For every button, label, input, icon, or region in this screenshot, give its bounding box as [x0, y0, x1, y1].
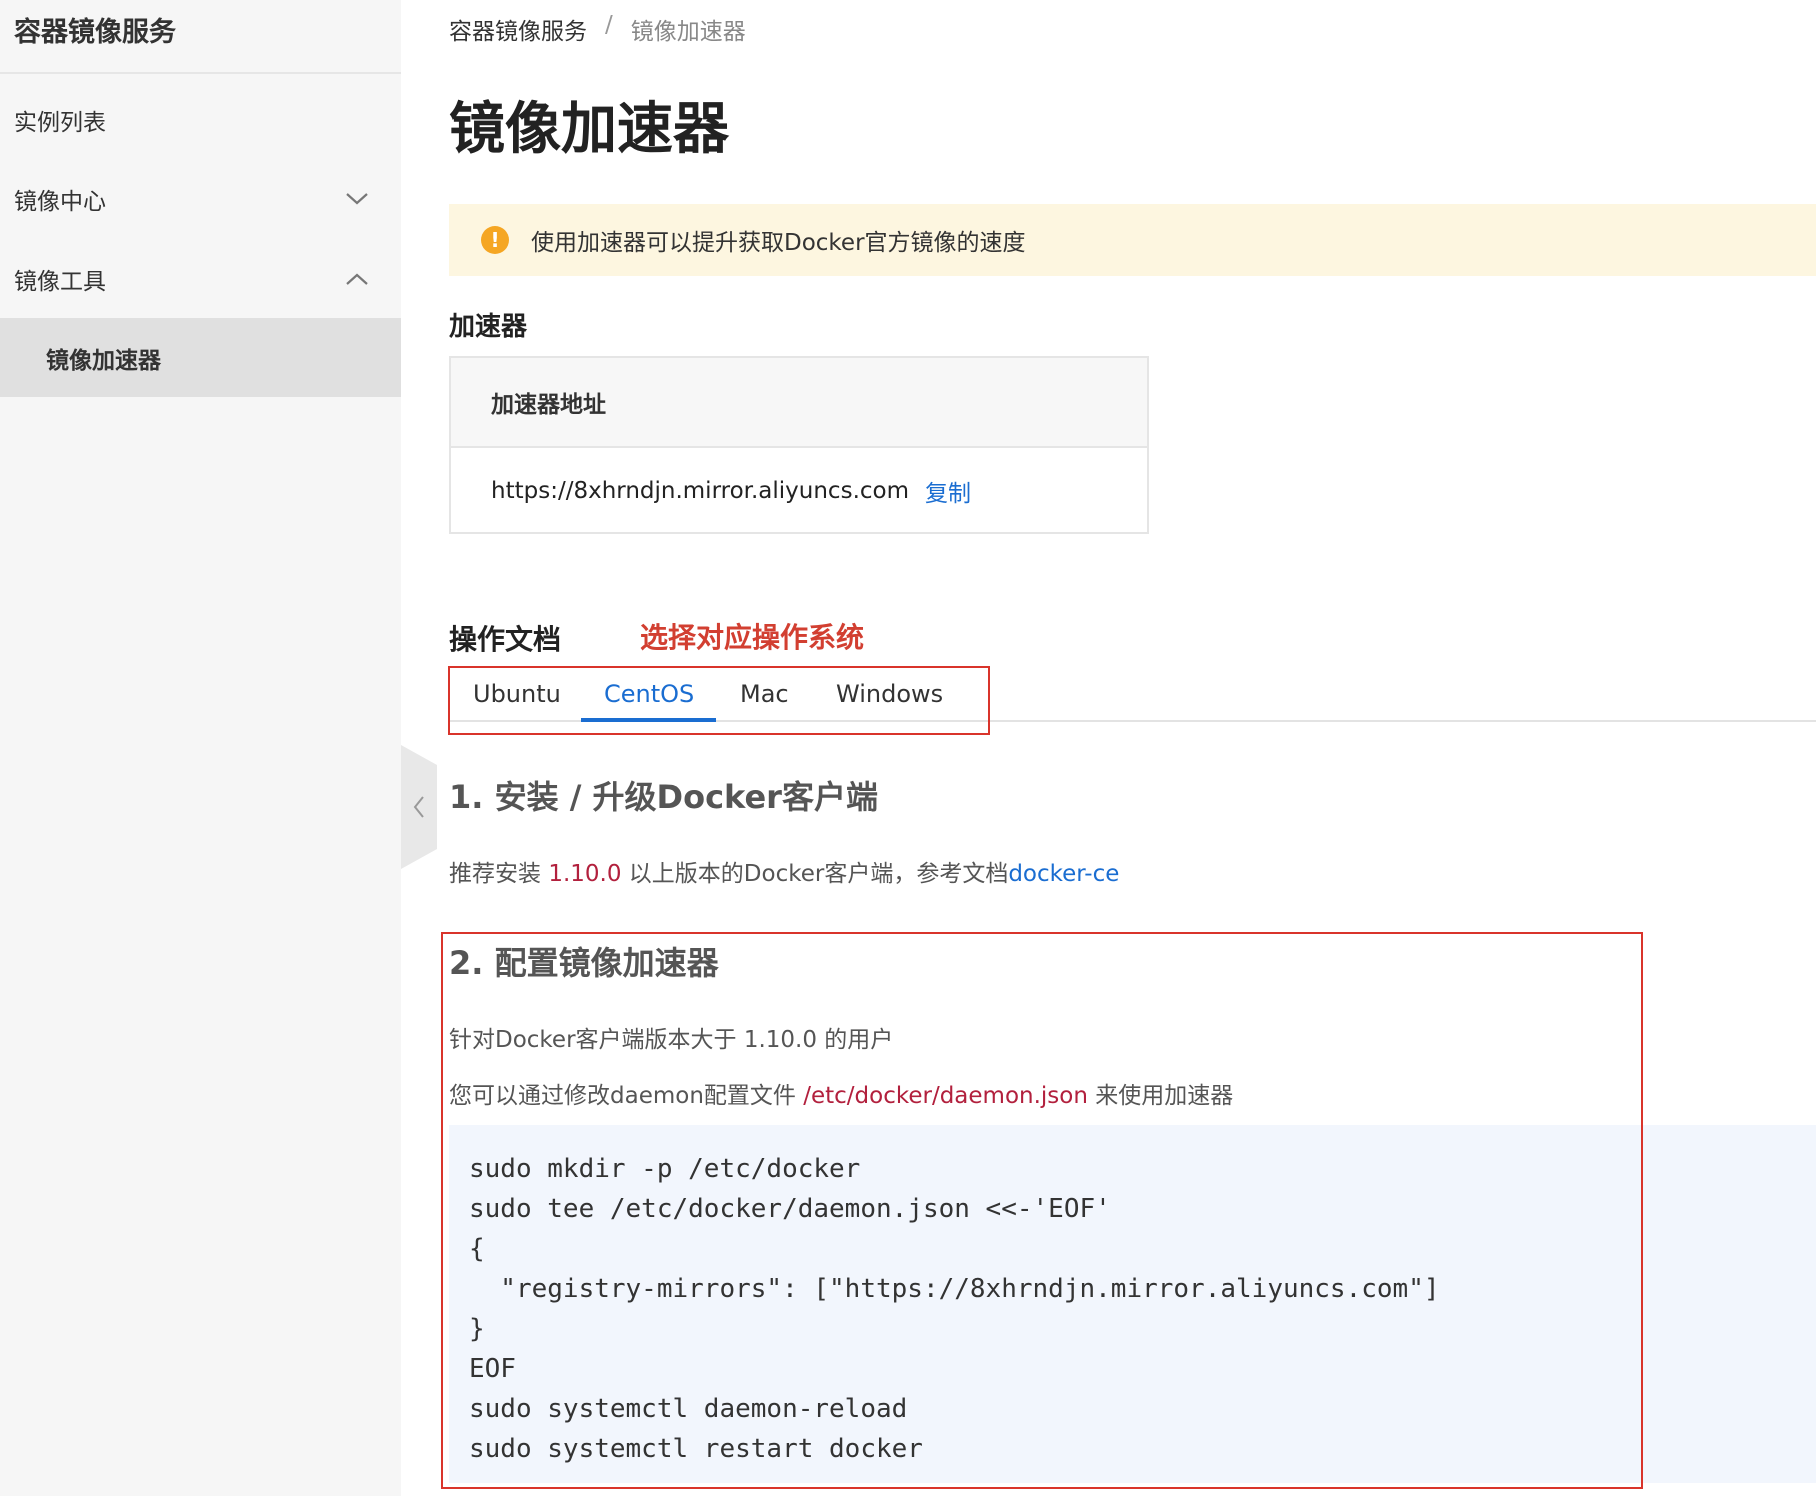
accelerator-table: 加速器地址 https://8xhrndjn.mirror.aliyuncs.c… [449, 356, 1149, 534]
sidebar-item-label: 镜像工具 [14, 268, 106, 295]
chevron-down-icon [346, 193, 368, 205]
copy-link[interactable]: 复制 [925, 474, 971, 508]
notice-banner: ! 使用加速器可以提升获取Docker官方镜像的速度 [449, 204, 1816, 276]
step1-version: 1.10.0 [548, 861, 622, 887]
breadcrumb-separator: / [605, 12, 613, 38]
breadcrumb-current: 镜像加速器 [630, 19, 746, 45]
page-title: 镜像加速器 [449, 97, 729, 162]
step1-title: 1. 安装 / 升级Docker客户端 [449, 778, 878, 816]
accelerator-column-header: 加速器地址 [451, 358, 1147, 448]
sidebar-item-accelerator[interactable]: 镜像加速器 [0, 318, 401, 397]
sidebar-item-instances[interactable]: 实例列表 [0, 80, 401, 159]
sidebar: 容器镜像服务 实例列表 镜像中心 镜像工具 镜像加速器 [0, 0, 401, 1496]
notice-text: 使用加速器可以提升获取Docker官方镜像的速度 [531, 230, 1026, 256]
chevron-up-icon [346, 273, 368, 285]
sidebar-item-image-center[interactable]: 镜像中心 [0, 159, 401, 238]
breadcrumb: 容器镜像服务 / 镜像加速器 [449, 12, 746, 46]
accelerator-section-label: 加速器 [449, 312, 528, 342]
sidebar-collapse-handle[interactable] [401, 745, 437, 869]
docker-ce-link[interactable]: docker-ce [1008, 861, 1119, 887]
docs-section-label: 操作文档 [449, 623, 562, 656]
tabs-highlight-box [448, 666, 990, 735]
sidebar-item-image-tools[interactable]: 镜像工具 [0, 239, 401, 318]
warning-icon: ! [481, 226, 509, 254]
breadcrumb-root[interactable]: 容器镜像服务 [449, 12, 587, 46]
accelerator-row: https://8xhrndjn.mirror.aliyuncs.com 复制 [451, 448, 1147, 534]
step1-text-before: 推荐安装 [449, 861, 541, 887]
step2-highlight-box [441, 932, 1643, 1489]
step1-text: 推荐安装 1.10.0 以上版本的Docker客户端，参考文档docker-ce [449, 854, 1119, 888]
sidebar-item-label: 镜像加速器 [46, 347, 161, 374]
step1-text-after: 以上版本的Docker客户端，参考文档 [628, 861, 1009, 887]
sidebar-title: 容器镜像服务 [0, 0, 401, 74]
accelerator-address: https://8xhrndjn.mirror.aliyuncs.com [491, 478, 909, 504]
sidebar-item-label: 实例列表 [14, 109, 106, 136]
sidebar-item-label: 镜像中心 [14, 188, 106, 215]
docs-os-hint: 选择对应操作系统 [640, 621, 865, 654]
